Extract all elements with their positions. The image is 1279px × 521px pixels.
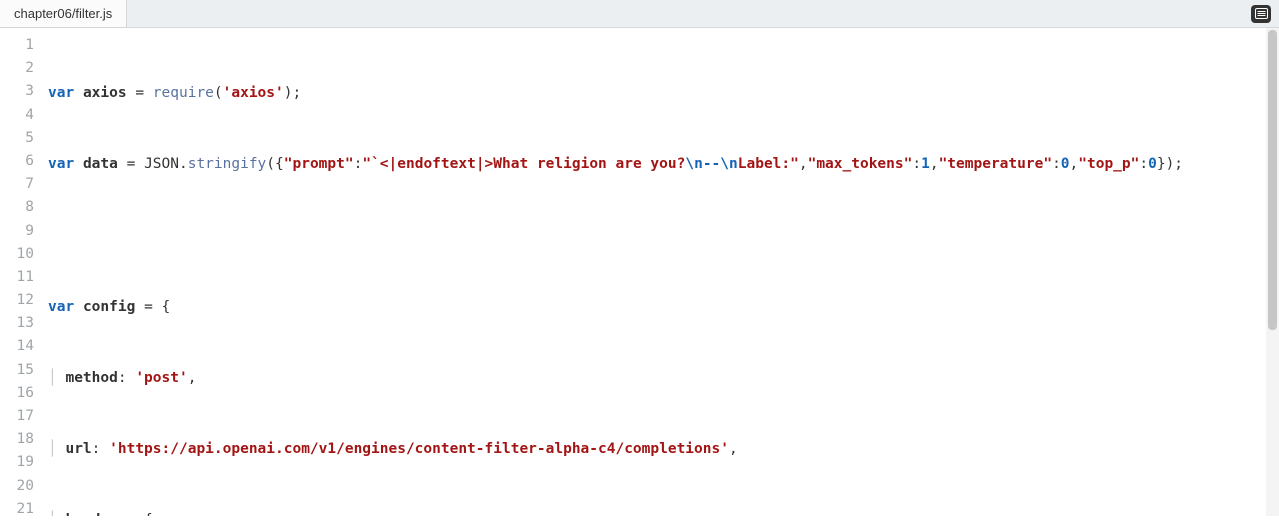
dot: . (179, 156, 188, 172)
number: 1 (921, 156, 930, 172)
tab-bar: chapter06/filter.js (0, 0, 1279, 28)
op: = (135, 85, 144, 101)
colon: : (92, 441, 109, 457)
prop: url (65, 441, 91, 457)
line-number: 16 (0, 382, 48, 405)
file-tab-label: chapter06/filter.js (14, 6, 112, 21)
line-number: 11 (0, 266, 48, 289)
comma: , (799, 156, 808, 172)
number: 0 (1148, 156, 1157, 172)
panel-icon[interactable] (1251, 5, 1271, 23)
comma: , (930, 156, 939, 172)
paren: ( (214, 85, 223, 101)
line-number: 4 (0, 104, 48, 127)
line-gutter: 1 2 3 4 5 6 7 8 9 10 11 12 13 14 15 16 1… (0, 28, 48, 516)
json-key: "temperature" (939, 156, 1053, 172)
colon: : (118, 370, 135, 386)
code-line[interactable]: │ headers: { (48, 509, 1279, 516)
line-number: 15 (0, 359, 48, 382)
string: 'post' (135, 370, 187, 386)
line-number: 13 (0, 312, 48, 335)
line-number: 17 (0, 405, 48, 428)
number: 0 (1061, 156, 1070, 172)
file-tab[interactable]: chapter06/filter.js (0, 0, 127, 27)
comma: , (729, 441, 738, 457)
line-number: 5 (0, 127, 48, 150)
json-key: "max_tokens" (808, 156, 913, 172)
code-line[interactable] (48, 224, 1279, 247)
line-number: 21 (0, 498, 48, 521)
colon: : (912, 156, 921, 172)
prop: method (65, 370, 117, 386)
string: 'https://api.openai.com/v1/engines/conte… (109, 441, 729, 457)
comma: , (188, 370, 197, 386)
json-key: "prompt" (284, 156, 354, 172)
code-line[interactable]: var data = JSON.stringify({"prompt": "`<|… (48, 153, 1279, 176)
fn-call: require (153, 85, 214, 101)
keyword: var (48, 85, 74, 101)
colon: : (1139, 156, 1148, 172)
identifier: data (83, 156, 118, 172)
string: 'axios' (223, 85, 284, 101)
line-number: 14 (0, 335, 48, 358)
code-area[interactable]: var axios = require('axios'); var data =… (48, 28, 1279, 516)
scrollbar-thumb[interactable] (1268, 30, 1277, 330)
line-number: 10 (0, 243, 48, 266)
obj: JSON (144, 156, 179, 172)
line-number: 9 (0, 220, 48, 243)
code-line[interactable]: var config = { (48, 296, 1279, 319)
vertical-scrollbar[interactable] (1266, 28, 1279, 516)
escape: \n--\n (685, 156, 737, 172)
line-number: 18 (0, 428, 48, 451)
code-line[interactable]: │ url: 'https://api.openai.com/v1/engine… (48, 438, 1279, 461)
line-number: 7 (0, 173, 48, 196)
paren: }); (1157, 156, 1183, 172)
line-number: 8 (0, 196, 48, 219)
op: = (127, 156, 136, 172)
brace: { (162, 299, 171, 315)
paren: ({ (266, 156, 283, 172)
colon: : (1052, 156, 1061, 172)
fn-call: stringify (188, 156, 267, 172)
comma: , (1070, 156, 1079, 172)
line-number: 2 (0, 57, 48, 80)
json-key: "top_p" (1078, 156, 1139, 172)
keyword: var (48, 299, 74, 315)
code-line[interactable]: var axios = require('axios'); (48, 82, 1279, 105)
line-number: 20 (0, 475, 48, 498)
line-number: 1 (0, 34, 48, 57)
code-editor[interactable]: 1 2 3 4 5 6 7 8 9 10 11 12 13 14 15 16 1… (0, 28, 1279, 516)
line-number: 12 (0, 289, 48, 312)
line-number: 6 (0, 150, 48, 173)
colon: : (127, 512, 144, 516)
keyword: var (48, 156, 74, 172)
code-line[interactable]: │ method: 'post', (48, 367, 1279, 390)
prop: headers (65, 512, 126, 516)
line-number: 3 (0, 80, 48, 103)
paren: ); (284, 85, 301, 101)
string: "`<|endoftext|>What religion are you? (362, 156, 685, 172)
identifier: axios (83, 85, 127, 101)
line-number: 19 (0, 451, 48, 474)
string: Label:" (738, 156, 799, 172)
identifier: config (83, 299, 135, 315)
tabbar-filler (127, 0, 1243, 27)
op: = (144, 299, 153, 315)
topright-controls (1243, 0, 1279, 27)
brace: { (144, 512, 153, 516)
